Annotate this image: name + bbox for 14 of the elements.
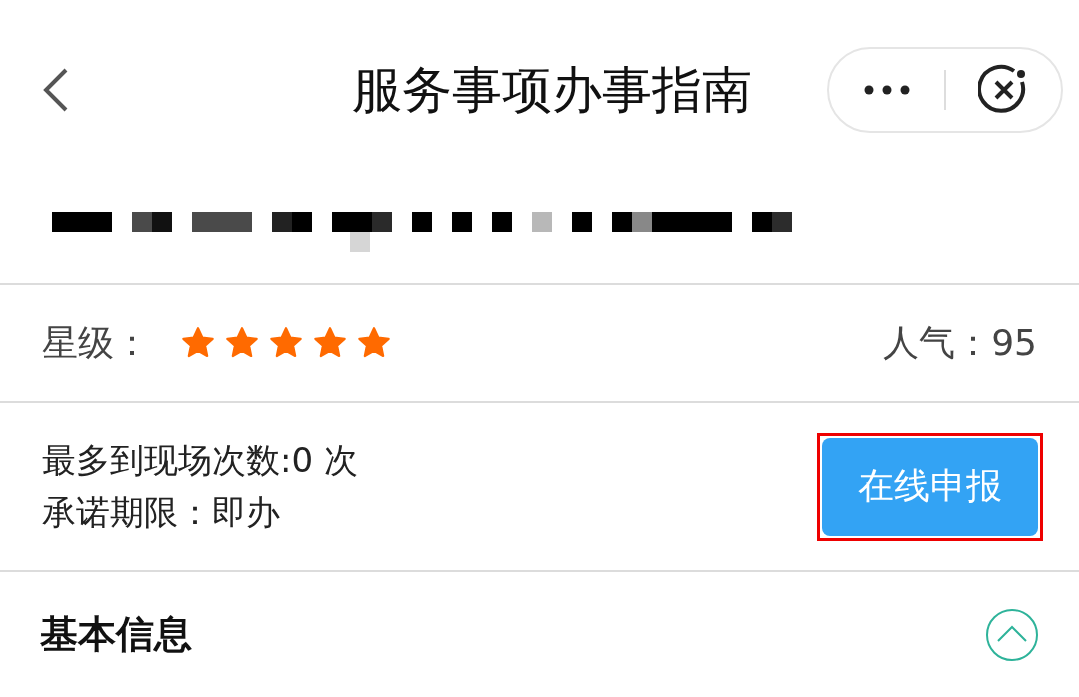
info-text: 承诺期限：即办 [42, 490, 281, 534]
section-title: 基本信息 [40, 611, 192, 658]
star-icon [312, 326, 348, 360]
star-icon [268, 326, 304, 360]
page-title: 服务事项办事指南 [351, 59, 752, 121]
rating-label: 星级： [42, 320, 150, 365]
info-text: 最多到现场次数:0 次 [42, 438, 358, 482]
apply-online-button[interactable]: 在线申报 [822, 437, 1038, 536]
star-icon [356, 326, 392, 360]
star-icon [224, 326, 260, 360]
star-icon [180, 326, 216, 360]
popularity-count: 人气：95 [883, 320, 1037, 365]
more-icon[interactable] [862, 84, 911, 96]
collapse-toggle[interactable] [985, 607, 1039, 662]
